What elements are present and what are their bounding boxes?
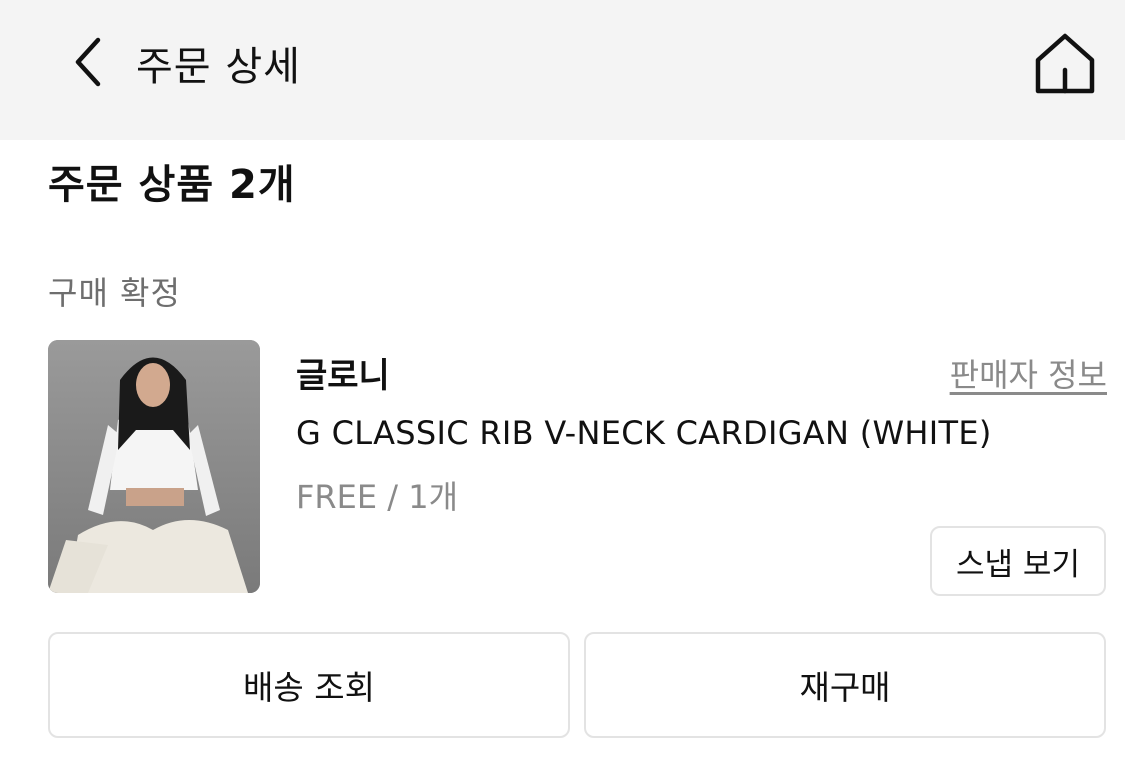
home-icon	[1035, 33, 1095, 94]
order-status-label: 구매 확정	[48, 274, 181, 312]
product-thumbnail[interactable]	[48, 340, 260, 593]
brand-name[interactable]: 글로니	[296, 348, 390, 397]
order-items-heading: 주문 상품 2개	[48, 162, 296, 208]
product-option: FREE / 1개	[296, 478, 459, 516]
chevron-left-icon	[75, 37, 101, 87]
top-app-bar: 주문 상세	[0, 0, 1125, 140]
product-name[interactable]: G CLASSIC RIB V-NECK CARDIGAN (WHITE)	[296, 414, 992, 452]
track-delivery-button[interactable]: 배송 조회	[48, 632, 570, 738]
page-title: 주문 상세	[136, 44, 301, 90]
home-button[interactable]	[1030, 28, 1100, 98]
back-button[interactable]	[60, 30, 116, 94]
seller-info-link[interactable]: 판매자 정보	[950, 350, 1107, 396]
view-snap-button[interactable]: 스냅 보기	[930, 526, 1106, 596]
rebuy-button[interactable]: 재구매	[584, 632, 1106, 738]
product-photo-image	[48, 340, 260, 593]
